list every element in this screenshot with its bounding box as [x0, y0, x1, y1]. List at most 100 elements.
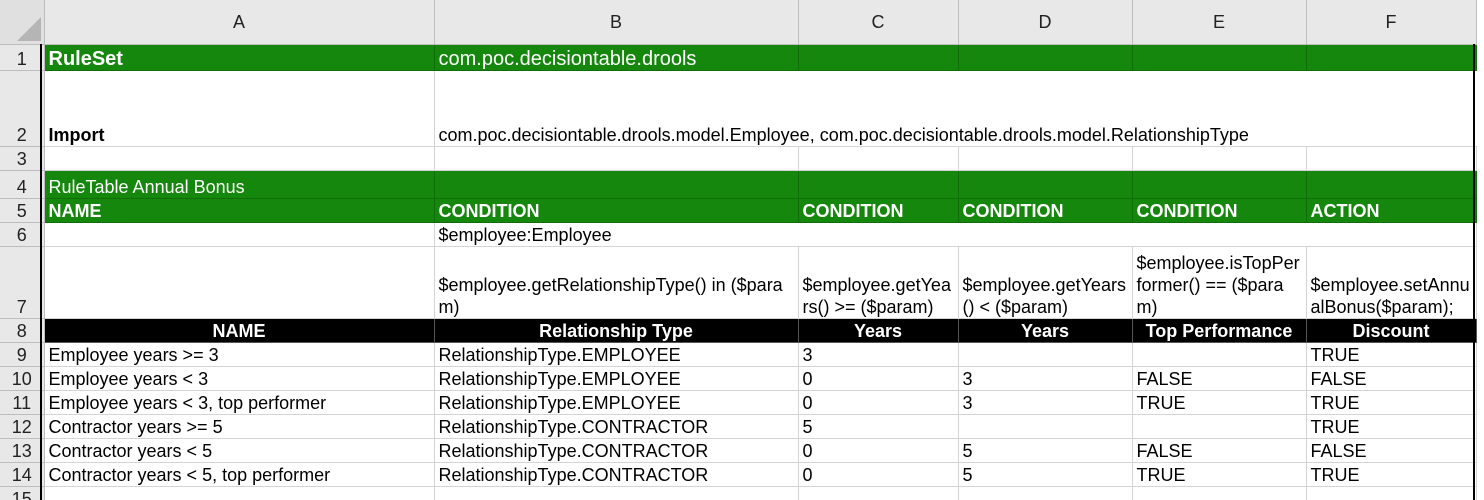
cell-f4[interactable] [1306, 170, 1477, 199]
cell-c4[interactable] [798, 170, 959, 199]
cell-f8[interactable]: Discount [1306, 318, 1477, 343]
cell-f7[interactable]: $employee.setAnnualBonus($param); [1306, 246, 1477, 319]
cell-c10[interactable]: 0 [798, 366, 959, 391]
cell-b14[interactable]: RelationshipType.CONTRACTOR [434, 462, 799, 487]
cell-e14[interactable]: TRUE [1132, 462, 1307, 487]
cell-c1[interactable] [798, 44, 959, 71]
row-header[interactable]: 12 [0, 414, 45, 439]
cell-a8[interactable]: NAME [44, 318, 435, 343]
column-header-b[interactable]: B [434, 0, 799, 45]
cell-d3[interactable] [958, 146, 1133, 171]
cell-f13[interactable]: FALSE [1306, 438, 1477, 463]
cell-e5[interactable]: CONDITION [1132, 198, 1307, 223]
row-header[interactable]: 1 [0, 44, 45, 71]
cell-b10[interactable]: RelationshipType.EMPLOYEE [434, 366, 799, 391]
cell-c3[interactable] [798, 146, 959, 171]
row-header[interactable]: 7 [0, 246, 45, 319]
cell-f6[interactable] [1306, 222, 1477, 247]
column-header-c[interactable]: C [798, 0, 959, 45]
cell-b6[interactable]: $employee:Employee [434, 222, 1306, 247]
row-header[interactable]: 3 [0, 146, 45, 171]
cell-a4[interactable]: RuleTable Annual Bonus [44, 170, 435, 199]
cell-e7[interactable]: $employee.isTopPerformer() == ($param) [1132, 246, 1307, 319]
cell-a9[interactable]: Employee years >= 3 [44, 342, 435, 367]
cell-e11[interactable]: TRUE [1132, 390, 1307, 415]
cell-d10[interactable]: 3 [958, 366, 1133, 391]
cell-c5[interactable]: CONDITION [798, 198, 959, 223]
cell-a15[interactable] [44, 486, 435, 500]
cell-a3[interactable] [44, 146, 435, 171]
cell-c8[interactable]: Years [798, 318, 959, 343]
column-header-e[interactable]: E [1132, 0, 1307, 45]
cell-a14[interactable]: Contractor years < 5, top performer [44, 462, 435, 487]
select-all-corner[interactable] [0, 0, 45, 45]
column-header-d[interactable]: D [958, 0, 1133, 45]
row-header[interactable]: 8 [0, 318, 45, 343]
row-header[interactable]: 6 [0, 222, 45, 247]
cell-f9[interactable]: TRUE [1306, 342, 1477, 367]
cell-b4[interactable] [434, 170, 799, 199]
cell-f1[interactable] [1306, 44, 1477, 71]
cell-b1[interactable]: com.poc.decisiontable.drools [434, 44, 799, 71]
row-header[interactable]: 10 [0, 366, 45, 391]
column-header-f[interactable]: F [1306, 0, 1477, 45]
cell-b12[interactable]: RelationshipType.CONTRACTOR [434, 414, 799, 439]
cell-f3[interactable] [1306, 146, 1477, 171]
cell-d14[interactable]: 5 [958, 462, 1133, 487]
cell-f14[interactable]: TRUE [1306, 462, 1477, 487]
row-header[interactable]: 2 [0, 70, 45, 147]
cell-d1[interactable] [958, 44, 1133, 71]
cell-f5[interactable]: ACTION [1306, 198, 1477, 223]
cell-a10[interactable]: Employee years < 3 [44, 366, 435, 391]
cell-c14[interactable]: 0 [798, 462, 959, 487]
cell-a5[interactable]: NAME [44, 198, 435, 223]
cell-b3[interactable] [434, 146, 799, 171]
cell-c11[interactable]: 0 [798, 390, 959, 415]
row-header[interactable]: 11 [0, 390, 45, 415]
row-header[interactable]: 9 [0, 342, 45, 367]
cell-d9[interactable] [958, 342, 1133, 367]
cell-e8[interactable]: Top Performance [1132, 318, 1307, 343]
cell-d13[interactable]: 5 [958, 438, 1133, 463]
row-header[interactable]: 14 [0, 462, 45, 487]
cell-a13[interactable]: Contractor years < 5 [44, 438, 435, 463]
cell-d5[interactable]: CONDITION [958, 198, 1133, 223]
cell-b2[interactable]: com.poc.decisiontable.drools.model.Emplo… [434, 70, 1476, 147]
cell-a2[interactable]: Import [44, 70, 435, 147]
cell-e4[interactable] [1132, 170, 1307, 199]
row-header[interactable]: 5 [0, 198, 45, 223]
cell-d12[interactable] [958, 414, 1133, 439]
cell-f11[interactable]: TRUE [1306, 390, 1477, 415]
column-header-a[interactable]: A [44, 0, 435, 45]
cell-b7[interactable]: $employee.getRelationshipType() in ($par… [434, 246, 799, 319]
cell-e13[interactable]: FALSE [1132, 438, 1307, 463]
cell-b15[interactable] [434, 486, 799, 500]
cell-a11[interactable]: Employee years < 3, top performer [44, 390, 435, 415]
cell-c9[interactable]: 3 [798, 342, 959, 367]
cell-d8[interactable]: Years [958, 318, 1133, 343]
cell-d11[interactable]: 3 [958, 390, 1133, 415]
row-header[interactable]: 4 [0, 170, 45, 199]
cell-e9[interactable] [1132, 342, 1307, 367]
cell-a12[interactable]: Contractor years >= 5 [44, 414, 435, 439]
cell-b5[interactable]: CONDITION [434, 198, 799, 223]
cell-a1[interactable]: RuleSet [44, 44, 435, 71]
cell-b11[interactable]: RelationshipType.EMPLOYEE [434, 390, 799, 415]
cell-f12[interactable]: TRUE [1306, 414, 1477, 439]
cell-e10[interactable]: FALSE [1132, 366, 1307, 391]
cell-a7[interactable] [44, 246, 435, 319]
cell-e12[interactable] [1132, 414, 1307, 439]
cell-d7[interactable]: $employee.getYears() < ($param) [958, 246, 1133, 319]
cell-b8[interactable]: Relationship Type [434, 318, 799, 343]
cell-c13[interactable]: 0 [798, 438, 959, 463]
cell-b13[interactable]: RelationshipType.CONTRACTOR [434, 438, 799, 463]
cell-c7[interactable]: $employee.getYears() >= ($param) [798, 246, 959, 319]
cell-b9[interactable]: RelationshipType.EMPLOYEE [434, 342, 799, 367]
cell-a6[interactable] [44, 222, 435, 247]
cell-f10[interactable]: FALSE [1306, 366, 1477, 391]
row-header[interactable]: 15 [0, 486, 45, 500]
cell-e1[interactable] [1132, 44, 1307, 71]
cell-c15[interactable] [798, 486, 959, 500]
cell-d15[interactable] [958, 486, 1133, 500]
cell-d4[interactable] [958, 170, 1133, 199]
